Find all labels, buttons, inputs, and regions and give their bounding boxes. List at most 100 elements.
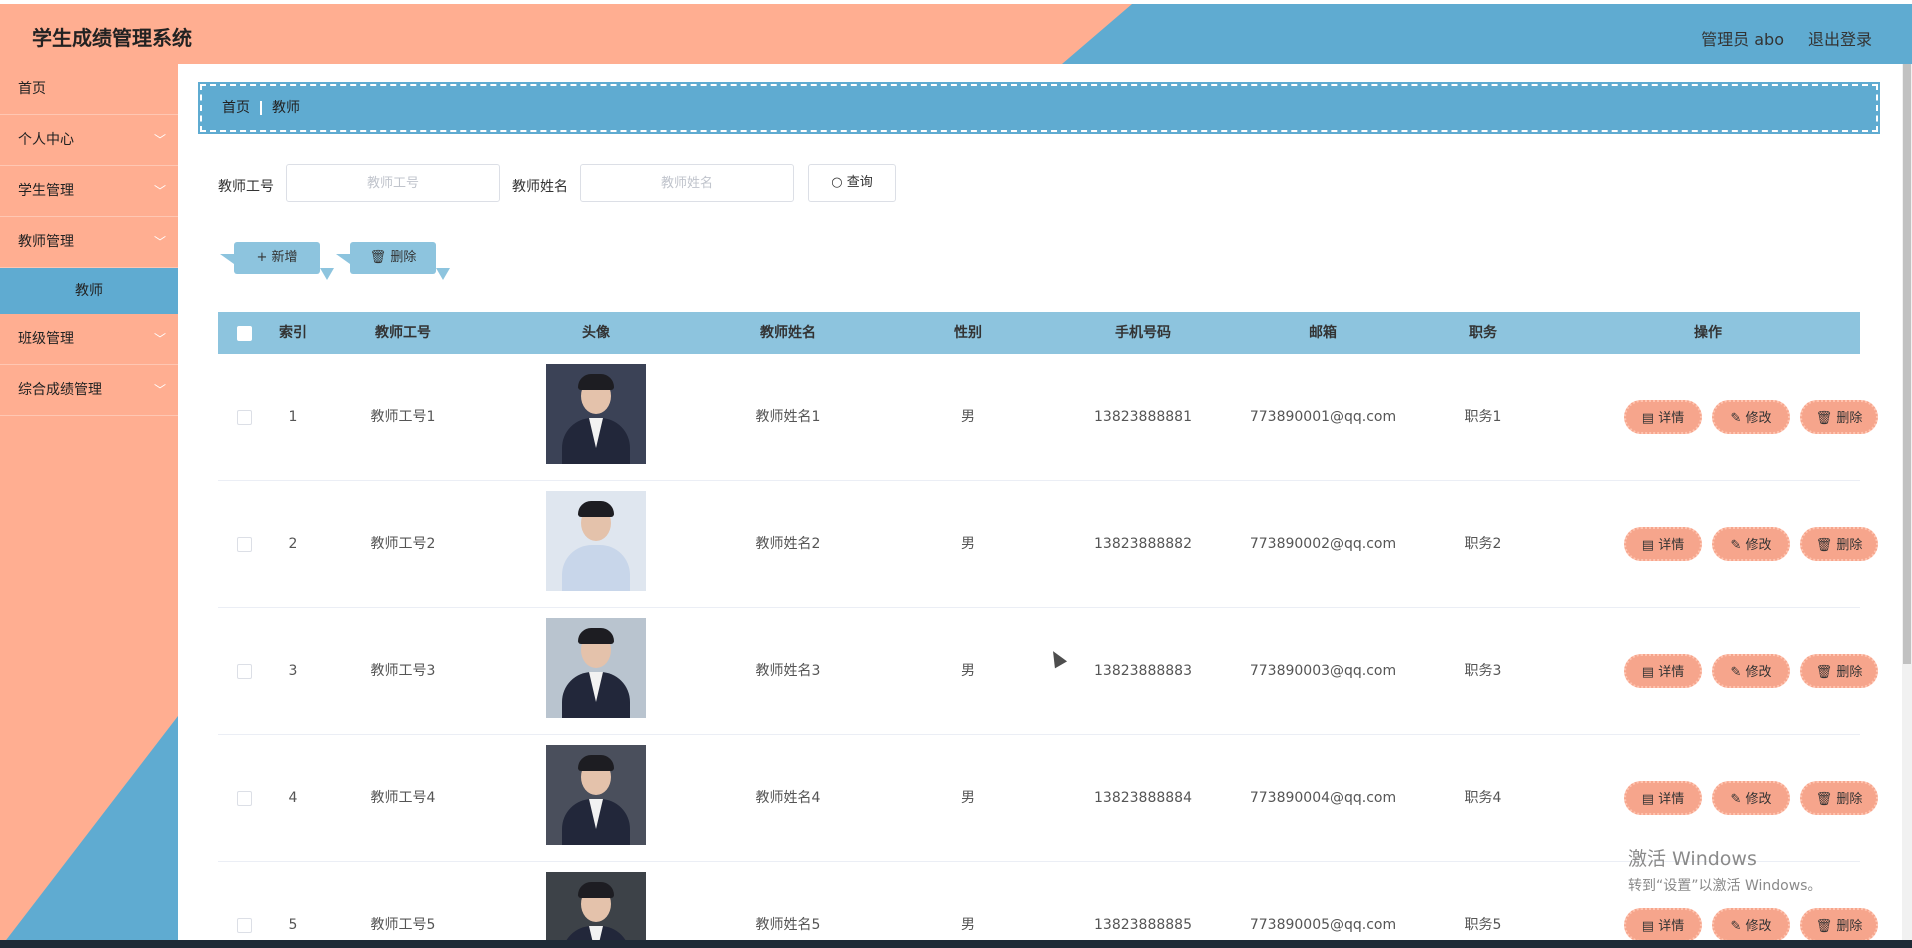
column-header: 性别 [954,325,982,341]
detail-button-label: 详情 [1658,792,1685,807]
top-header: 学生成绩管理系统 管理员 abo 退出登录 [0,4,1912,64]
table-row: 4 教师工号4 教师姓名4 男 13823888884 773890004@qq… [218,735,1878,862]
batch-delete-button[interactable]: 🗑 删除 [350,242,436,274]
row-checkbox[interactable] [232,354,256,480]
cell-phone: 13823888881 [1094,409,1192,425]
pencil-icon: ✎ [1730,792,1742,807]
delete-button[interactable]: 🗑 删除 [1800,908,1878,942]
sidebar-item-teacher-management[interactable]: 教师管理 ﹀ [0,217,178,268]
admin-label: 管理员 abo [1701,30,1784,49]
cell-title: 职务2 [1464,536,1502,552]
scrollbar-thumb[interactable] [1903,64,1911,664]
sidebar-subitem-teacher[interactable]: 教师 [0,268,178,314]
detail-button-label: 详情 [1658,538,1685,553]
main-content: 首页 教师 教师工号 教师姓名 ○ 查询 + 新增 🗑 删除 索引 教师工号 头像… [178,64,1912,948]
edit-button[interactable]: ✎ 修改 [1712,908,1790,942]
column-header: 操作 [1694,325,1722,341]
cell-teacher-id: 教师工号4 [370,790,436,806]
detail-button[interactable]: ▤ 详情 [1624,400,1702,434]
cell-gender: 男 [961,790,975,806]
sidebar-item-label: 首页 [18,81,46,97]
checkbox-box [236,536,252,552]
cell-gender: 男 [961,536,975,552]
watermark-line: 激活 Windows [1628,848,1757,870]
detail-button[interactable]: ▤ 详情 [1624,654,1702,688]
pencil-icon: ✎ [1730,919,1742,934]
avatar [546,745,646,845]
cell-email: 773890005@qq.com [1249,917,1397,933]
cell-teacher-name: 教师姓名1 [755,409,821,425]
sidebar: 首页 个人中心 ﹀ 学生管理 ﹀ 教师管理 ﹀ 教师 班级管理 ﹀ 综合成绩管理… [0,64,178,948]
sidebar-item-student-management[interactable]: 学生管理 ﹀ [0,166,178,217]
logout-link[interactable]: 退出登录 [1808,26,1872,50]
teacher-table: 索引 教师工号 头像 教师姓名 性别 手机号码 邮箱 职务 操作 1 教师工号1… [218,312,1878,948]
query-button[interactable]: ○ 查询 [808,164,896,202]
cell-teacher-id: 教师工号2 [370,536,436,552]
edit-button-label: 修改 [1745,919,1772,934]
teacher-name-label: 教师姓名 [512,179,568,195]
cell-index: 1 [288,409,298,425]
detail-button[interactable]: ▤ 详情 [1624,908,1702,942]
cell-teacher-id: 教师工号5 [370,917,436,933]
sidebar-item-label: 个人中心 [18,132,74,148]
sidebar-item-label: 教师管理 [18,234,74,250]
delete-button[interactable]: 🗑 删除 [1800,781,1878,815]
edit-button[interactable]: ✎ 修改 [1712,654,1790,688]
cell-teacher-name: 教师姓名2 [755,536,821,552]
sidebar-item-personal-center[interactable]: 个人中心 ﹀ [0,115,178,166]
teacher-name-input[interactable] [580,164,794,202]
trash-icon: 🗑 [1815,538,1833,553]
breadcrumb-separator [260,101,262,115]
trash-icon: 🗑 [1815,919,1833,934]
edit-button[interactable]: ✎ 修改 [1712,527,1790,561]
delete-button-label: 删除 [1836,665,1863,680]
row-checkbox[interactable] [232,862,256,948]
query-button-label: 查询 [846,175,873,190]
cell-title: 职务3 [1464,663,1502,679]
table-row: 2 教师工号2 教师姓名2 男 13823888882 773890002@qq… [218,481,1878,608]
add-button[interactable]: + 新增 [234,242,320,274]
row-checkbox[interactable] [232,735,256,861]
vertical-scrollbar[interactable] [1902,64,1912,948]
pencil-icon: ✎ [1730,538,1742,553]
select-all-checkbox[interactable] [232,312,256,354]
row-checkbox[interactable] [232,608,256,734]
sidebar-item-label: 学生管理 [18,183,74,199]
avatar [546,872,646,948]
delete-button[interactable]: 🗑 删除 [1800,527,1878,561]
checkbox-box [236,663,252,679]
delete-button-label: 删除 [1836,919,1863,934]
edit-button-label: 修改 [1745,665,1772,680]
cell-index: 2 [288,536,298,552]
breadcrumb: 首页 教师 [198,82,1880,134]
edit-button[interactable]: ✎ 修改 [1712,400,1790,434]
edit-button[interactable]: ✎ 修改 [1712,781,1790,815]
trash-icon: 🗑 [1815,792,1833,807]
row-checkbox[interactable] [232,481,256,607]
column-header: 教师工号 [375,325,431,341]
taskbar [0,940,1912,948]
sidebar-item-class-management[interactable]: 班级管理 ﹀ [0,314,178,365]
windows-activation-watermark: 激活 Windows 转到“设置”以激活 Windows。 [1628,844,1821,895]
sidebar-item-label: 班级管理 [18,331,74,347]
pencil-icon: ✎ [1730,665,1742,680]
breadcrumb-home[interactable]: 首页 [222,86,250,130]
cell-gender: 男 [961,917,975,933]
table-row: 5 教师工号5 教师姓名5 男 13823888885 773890005@qq… [218,862,1878,948]
column-header: 教师姓名 [760,325,816,341]
plus-icon: + [256,250,268,265]
add-button-label: 新增 [271,250,298,265]
detail-button[interactable]: ▤ 详情 [1624,527,1702,561]
sidebar-item-home[interactable]: 首页 [0,64,178,115]
detail-button[interactable]: ▤ 详情 [1624,781,1702,815]
delete-button[interactable]: 🗑 删除 [1800,400,1878,434]
pencil-icon: ✎ [1730,411,1742,426]
teacher-id-input[interactable] [286,164,500,202]
detail-button-label: 详情 [1658,919,1685,934]
cell-index: 4 [288,790,298,806]
delete-button[interactable]: 🗑 删除 [1800,654,1878,688]
cell-gender: 男 [961,409,975,425]
sidebar-item-grade-management[interactable]: 综合成绩管理 ﹀ [0,365,178,416]
cell-gender: 男 [961,663,975,679]
cell-title: 职务1 [1464,409,1502,425]
